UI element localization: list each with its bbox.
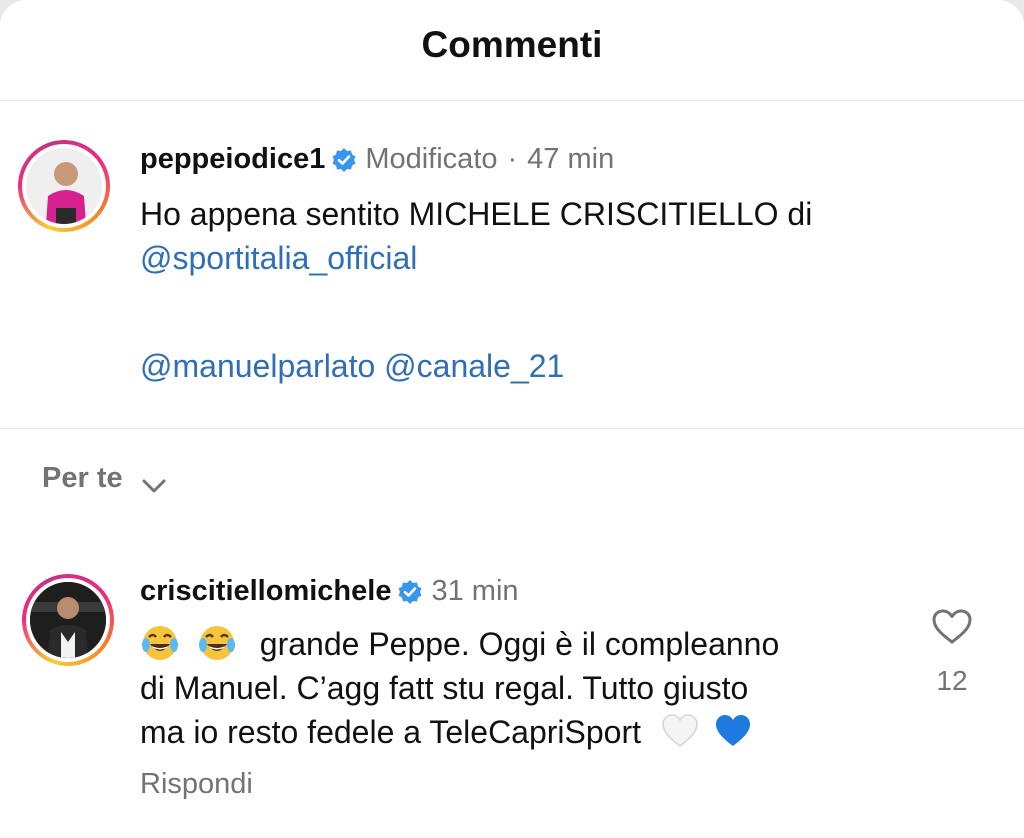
caption-username[interactable]: peppeiodice1 (140, 143, 325, 176)
meta-separator: · (507, 143, 518, 175)
laughing-emoji-icon (197, 623, 237, 663)
chevron-down-icon (141, 470, 167, 492)
sheet-header: Commenti (0, 0, 1024, 101)
comment-time: 31 min (431, 575, 519, 607)
avatar-peppeiodice1[interactable] (18, 140, 110, 232)
caption-meta: peppeiodice1 Modificato · 47 min (140, 143, 614, 176)
laughing-emoji-icon (140, 623, 180, 663)
avatar-photo (26, 148, 102, 224)
comment-text-line: ma io resto fedele a TeleCapriSport (140, 714, 642, 750)
mention-link[interactable]: @sportitalia_official (140, 240, 417, 276)
comments-sheet: Commenti peppeiodice1 Modificato · 47 mi… (0, 0, 1024, 838)
caption-text: Ho appena sentito MICHELE CRISCITIELLO d… (140, 192, 812, 388)
sort-label: Per te (42, 462, 123, 494)
reply-button[interactable]: Rispondi (140, 768, 253, 801)
comment-meta: criscitiellomichele 31 min (140, 575, 519, 608)
caption-time: 47 min (527, 143, 615, 175)
like-count: 12 (936, 665, 968, 696)
comment-username[interactable]: criscitiellomichele (140, 575, 391, 608)
edited-label: Modificato (365, 143, 498, 175)
comment-text-line: grande Peppe. Oggi è il compleanno (259, 626, 780, 662)
blue-heart-icon (713, 711, 753, 751)
caption-text-line: Ho appena sentito MICHELE CRISCITIELLO d… (140, 196, 813, 232)
white-heart-icon (660, 711, 700, 751)
verified-badge-icon (397, 579, 423, 605)
comment-text-line: di Manuel. C’agg fatt stu regal. Tutto g… (140, 670, 749, 706)
verified-badge-icon (331, 147, 357, 173)
avatar-criscitiellomichele[interactable] (22, 574, 114, 666)
avatar-photo (30, 582, 106, 658)
mention-link[interactable]: @manuelparlato (140, 348, 375, 384)
page-title: Commenti (421, 24, 603, 65)
comment-text: grande Peppe. Oggi è il compleanno di Ma… (140, 622, 779, 754)
section-divider (0, 428, 1024, 429)
sort-dropdown[interactable]: Per te (42, 462, 167, 495)
mention-link[interactable]: @canale_21 (384, 348, 564, 384)
like-control: 12 (920, 606, 984, 697)
heart-icon[interactable] (930, 606, 974, 646)
